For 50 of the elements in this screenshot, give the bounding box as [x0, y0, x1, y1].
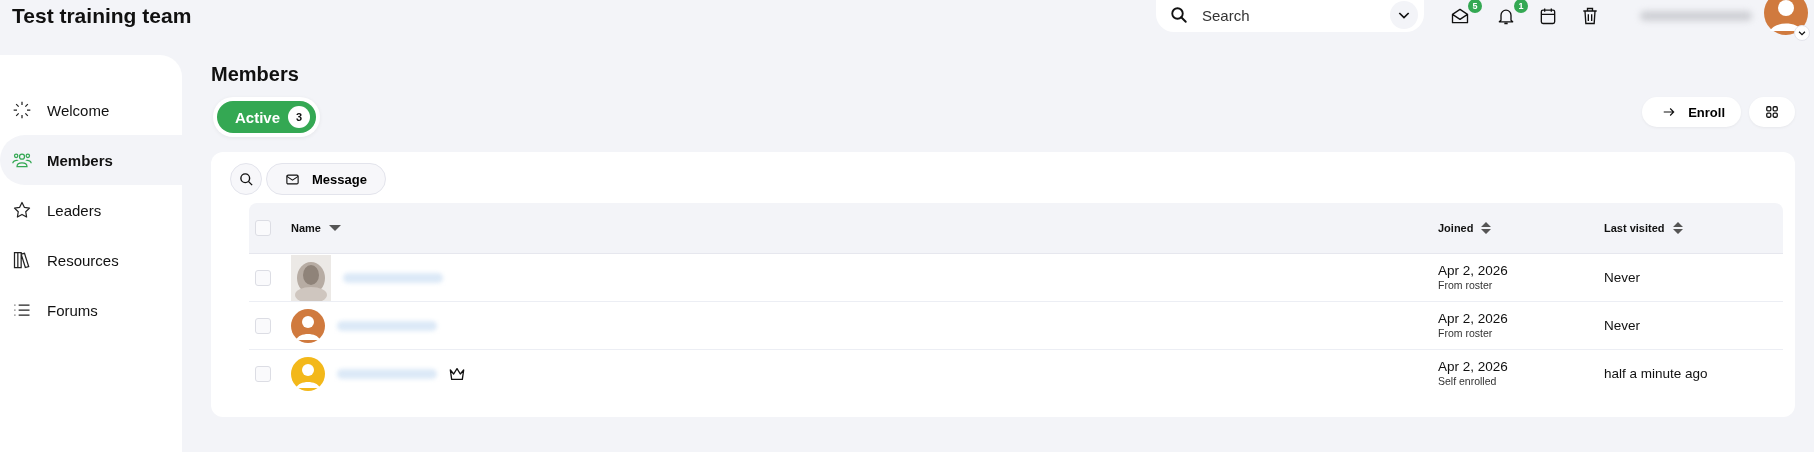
column-header[interactable]: Joined	[1438, 222, 1474, 234]
joined-date: Apr 2, 2026	[1438, 262, 1509, 280]
last-visited: Never	[1604, 318, 1640, 333]
joined-date: Apr 2, 2026	[1438, 358, 1509, 376]
search-icon	[238, 171, 254, 187]
column-header[interactable]: Last visited	[1604, 222, 1665, 234]
sidebar-item[interactable]: Leaders	[0, 185, 182, 235]
star-icon	[12, 200, 32, 220]
team-title: Test training team	[12, 4, 192, 28]
message-button[interactable]: Message	[266, 163, 386, 195]
search-input[interactable]: Search	[1200, 5, 1378, 25]
sparkle-icon	[12, 100, 32, 120]
checkbox[interactable]	[255, 365, 271, 382]
enroll-button[interactable]: Enroll	[1642, 97, 1741, 127]
last-visited: half a minute ago	[1604, 366, 1708, 381]
arrow-icon	[1662, 105, 1677, 119]
sidebar-item[interactable]: Forums	[0, 285, 182, 335]
sidebar-item[interactable]: Resources	[0, 235, 182, 285]
grid-view-button[interactable]	[1749, 97, 1795, 127]
join-source: From roster	[1438, 327, 1494, 341]
checkbox[interactable]	[255, 269, 271, 286]
dropdown-button[interactable]	[1390, 1, 1418, 29]
sort-down-icon[interactable]	[328, 225, 341, 231]
envelope-icon	[285, 171, 300, 187]
mail-icon[interactable]	[1450, 6, 1470, 26]
account-menu-button[interactable]	[1794, 25, 1810, 41]
grid-icon	[1765, 105, 1779, 119]
trash-icon[interactable]	[1580, 6, 1600, 26]
search-field[interactable]: Search	[1156, 0, 1424, 32]
sidebar-item[interactable]: Members	[0, 135, 182, 185]
column-header[interactable]: Name	[291, 222, 321, 234]
books-icon	[12, 250, 32, 270]
last-visited: Never	[1604, 270, 1640, 285]
checkbox[interactable]	[255, 317, 271, 334]
count-badge: 3	[288, 106, 311, 128]
sort-icon[interactable]	[1481, 222, 1492, 234]
join-source: Self enrolled	[1438, 375, 1498, 389]
calendar-icon[interactable]	[1538, 6, 1558, 26]
joined-date: Apr 2, 2026	[1438, 310, 1509, 328]
status-tab[interactable]: Active 3	[217, 101, 317, 133]
sort-icon[interactable]	[1672, 222, 1683, 234]
count-badge: 5	[1468, 0, 1482, 13]
sidebar-item[interactable]: Welcome	[0, 85, 182, 135]
join-source: From roster	[1438, 279, 1494, 293]
checkbox[interactable]	[255, 220, 271, 236]
search-button[interactable]	[230, 163, 262, 195]
search-icon	[1170, 6, 1188, 24]
page-title: Members	[211, 62, 300, 87]
count-badge: 1	[1514, 0, 1528, 13]
chevron-icon	[1797, 28, 1807, 38]
